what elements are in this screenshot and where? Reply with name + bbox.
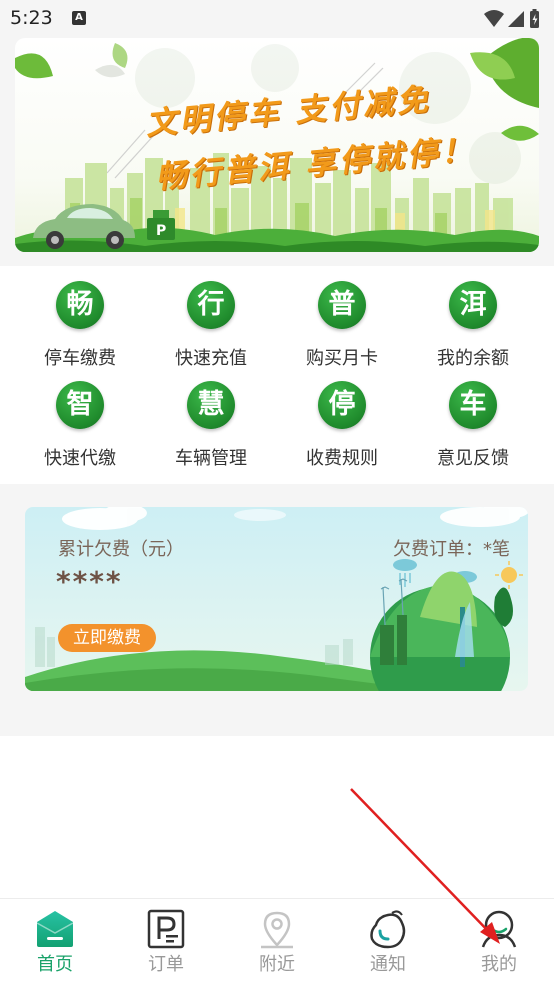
status-time: 5:23 <box>10 7 53 29</box>
service-monthly-card[interactable]: 普 购买月卡 <box>287 266 397 369</box>
tab-profile-label: 我的 <box>481 954 517 975</box>
tab-nearby-label: 附近 <box>259 954 295 975</box>
promo-banner[interactable]: P 文明停车 支付减免 畅行普洱 享停就停！ <box>15 38 539 252</box>
banner-area: P 文明停车 支付减免 畅行普洱 享停就停！ <box>0 38 554 266</box>
service-badge-icon: 行 <box>187 281 235 329</box>
service-badge-icon: 停 <box>318 381 366 429</box>
service-badge-icon: 车 <box>449 381 497 429</box>
arrears-section: 累计欠费（元） 欠费订单：*笔 **** 立即缴费 <box>0 484 554 736</box>
service-quick-proxy-pay[interactable]: 智 快速代缴 <box>25 366 135 469</box>
notification-icon <box>370 910 406 949</box>
leaf-icon <box>112 43 128 68</box>
green-globe-icon <box>370 571 513 691</box>
service-label: 收费规则 <box>306 448 378 469</box>
signal-icon <box>508 11 524 27</box>
arrears-title: 累计欠费（元） <box>58 539 184 560</box>
home-icon <box>36 911 74 947</box>
bottom-nav: 首页 订单 附近 通知 我的 <box>0 898 554 984</box>
service-label: 车辆管理 <box>175 448 247 469</box>
svg-text:P: P <box>156 223 166 239</box>
tab-notifications[interactable]: 通知 <box>333 899 443 984</box>
service-quick-recharge[interactable]: 行 快速充值 <box>156 266 266 369</box>
service-label: 意见反馈 <box>437 448 509 469</box>
pay-now-button[interactable]: 立即缴费 <box>58 624 156 652</box>
service-grid: 畅 停车缴费 行 快速充值 普 购买月卡 洱 我的余额 智 快速代缴 慧 车辆管… <box>0 266 554 484</box>
service-badge-icon: 智 <box>56 381 104 429</box>
service-parking-payment[interactable]: 畅 停车缴费 <box>25 266 135 369</box>
leaf-icon <box>15 53 53 79</box>
rain-cloud-icon <box>393 559 417 587</box>
arrears-order-count: 欠费订单：*笔 <box>393 539 510 560</box>
app-screen: 5:23 A P 文明停车 支付减免 畅行普洱 享停就停！ 畅 停车缴费 行 快… <box>0 0 554 984</box>
tab-orders-label: 订单 <box>148 954 184 975</box>
tab-home-label: 首页 <box>37 954 73 975</box>
tab-nearby[interactable]: 附近 <box>222 899 332 984</box>
service-label: 快速代缴 <box>44 448 116 469</box>
service-badge-icon: 慧 <box>187 381 235 429</box>
status-bar: 5:23 A <box>0 0 554 38</box>
parking-ticket-icon <box>147 909 185 949</box>
service-fee-rules[interactable]: 停 收费规则 <box>287 366 397 469</box>
wifi-icon <box>484 10 504 27</box>
service-badge-icon: 畅 <box>56 281 104 329</box>
service-vehicle-management[interactable]: 慧 车辆管理 <box>156 366 266 469</box>
arrears-card[interactable]: 累计欠费（元） 欠费订单：*笔 **** 立即缴费 <box>25 507 528 691</box>
leaf-icon <box>95 64 125 78</box>
status-icons <box>484 9 539 28</box>
content-spacer <box>0 736 554 898</box>
battery-charging-icon <box>530 9 539 28</box>
tab-orders[interactable]: 订单 <box>111 899 221 984</box>
tab-profile[interactable]: 我的 <box>444 899 554 984</box>
service-feedback[interactable]: 车 意见反馈 <box>418 366 528 469</box>
tab-notifications-label: 通知 <box>370 954 406 975</box>
user-icon <box>481 910 517 948</box>
sun-icon <box>495 561 523 589</box>
service-my-balance[interactable]: 洱 我的余额 <box>418 266 528 369</box>
notification-badge-icon: A <box>72 11 86 25</box>
tab-home[interactable]: 首页 <box>0 899 110 984</box>
service-badge-icon: 普 <box>318 281 366 329</box>
location-pin-icon <box>261 911 293 949</box>
service-badge-icon: 洱 <box>449 281 497 329</box>
arrears-amount: **** <box>56 565 123 598</box>
